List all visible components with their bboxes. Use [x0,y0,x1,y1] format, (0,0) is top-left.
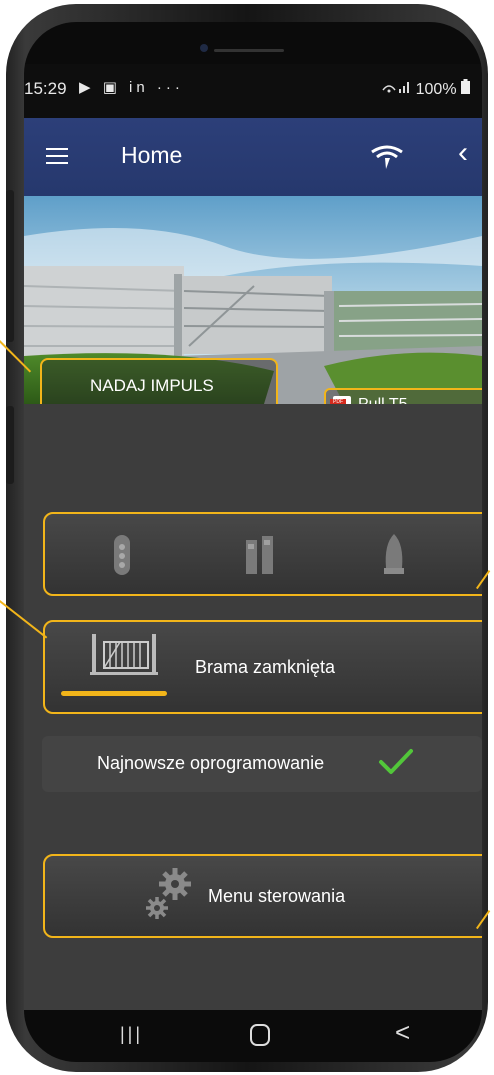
nav-back-icon[interactable]: < [395,1017,410,1048]
remote-control-icon[interactable] [113,534,131,581]
pdf-icon: PDF [330,396,351,404]
control-menu-button[interactable]: Menu sterowania [43,854,482,938]
status-bar: 15:29 ▶ ▣ in ··· 100% [24,64,482,118]
bixby-button [6,406,14,484]
signal-icon [381,81,415,98]
home-icon[interactable] [250,1024,270,1046]
manual-button[interactable]: PDF Pull T5 [324,388,482,404]
impulse-button[interactable]: NADAJ IMPULS [40,358,278,404]
screen: 15:29 ▶ ▣ in ··· 100% Home ‹ NADAJ IMPUL… [24,22,482,1062]
firmware-status: Najnowsze oprogramowanie [42,736,482,792]
checkmark-icon [378,748,414,781]
gate-photo: NADAJ IMPULS PDF Pull T5 [24,196,482,404]
top-bezel [24,22,482,64]
status-time: 15:29 [24,79,67,98]
page-title: Home [121,142,183,168]
status-indicator [61,691,167,696]
status-right: 100% [381,79,470,99]
system-nav-bar: ||| < [24,1010,482,1062]
lamp-icon[interactable] [383,532,405,581]
hamburger-icon[interactable] [46,148,68,164]
manual-label: Pull T5 [358,396,408,404]
sliding-gate-icon [90,632,160,683]
gate-status-button[interactable]: Brama zamknięta [43,620,482,714]
recent-apps-icon[interactable]: ||| [120,1024,143,1045]
photocell-icon[interactable] [245,534,275,579]
devices-panel[interactable] [43,512,482,596]
battery-icon [461,79,470,98]
earpiece [214,49,284,52]
app-bar: Home ‹ [24,118,482,196]
notification-icons: ▶ ▣ in ··· [79,79,184,96]
control-menu-label: Menu sterowania [208,886,346,906]
impulse-label: NADAJ IMPULS [90,376,214,395]
firmware-label: Najnowsze oprogramowanie [97,753,325,773]
gears-icon [145,866,193,929]
wifi-remote-icon[interactable] [370,144,404,175]
back-chevron-icon[interactable]: ‹ [458,136,468,170]
volume-button [6,190,14,342]
gate-status-label: Brama zamknięta [195,657,336,677]
front-camera [200,44,208,52]
battery-percent: 100% [415,81,457,98]
phone-frame: 15:29 ▶ ▣ in ··· 100% Home ‹ NADAJ IMPUL… [6,4,488,1072]
